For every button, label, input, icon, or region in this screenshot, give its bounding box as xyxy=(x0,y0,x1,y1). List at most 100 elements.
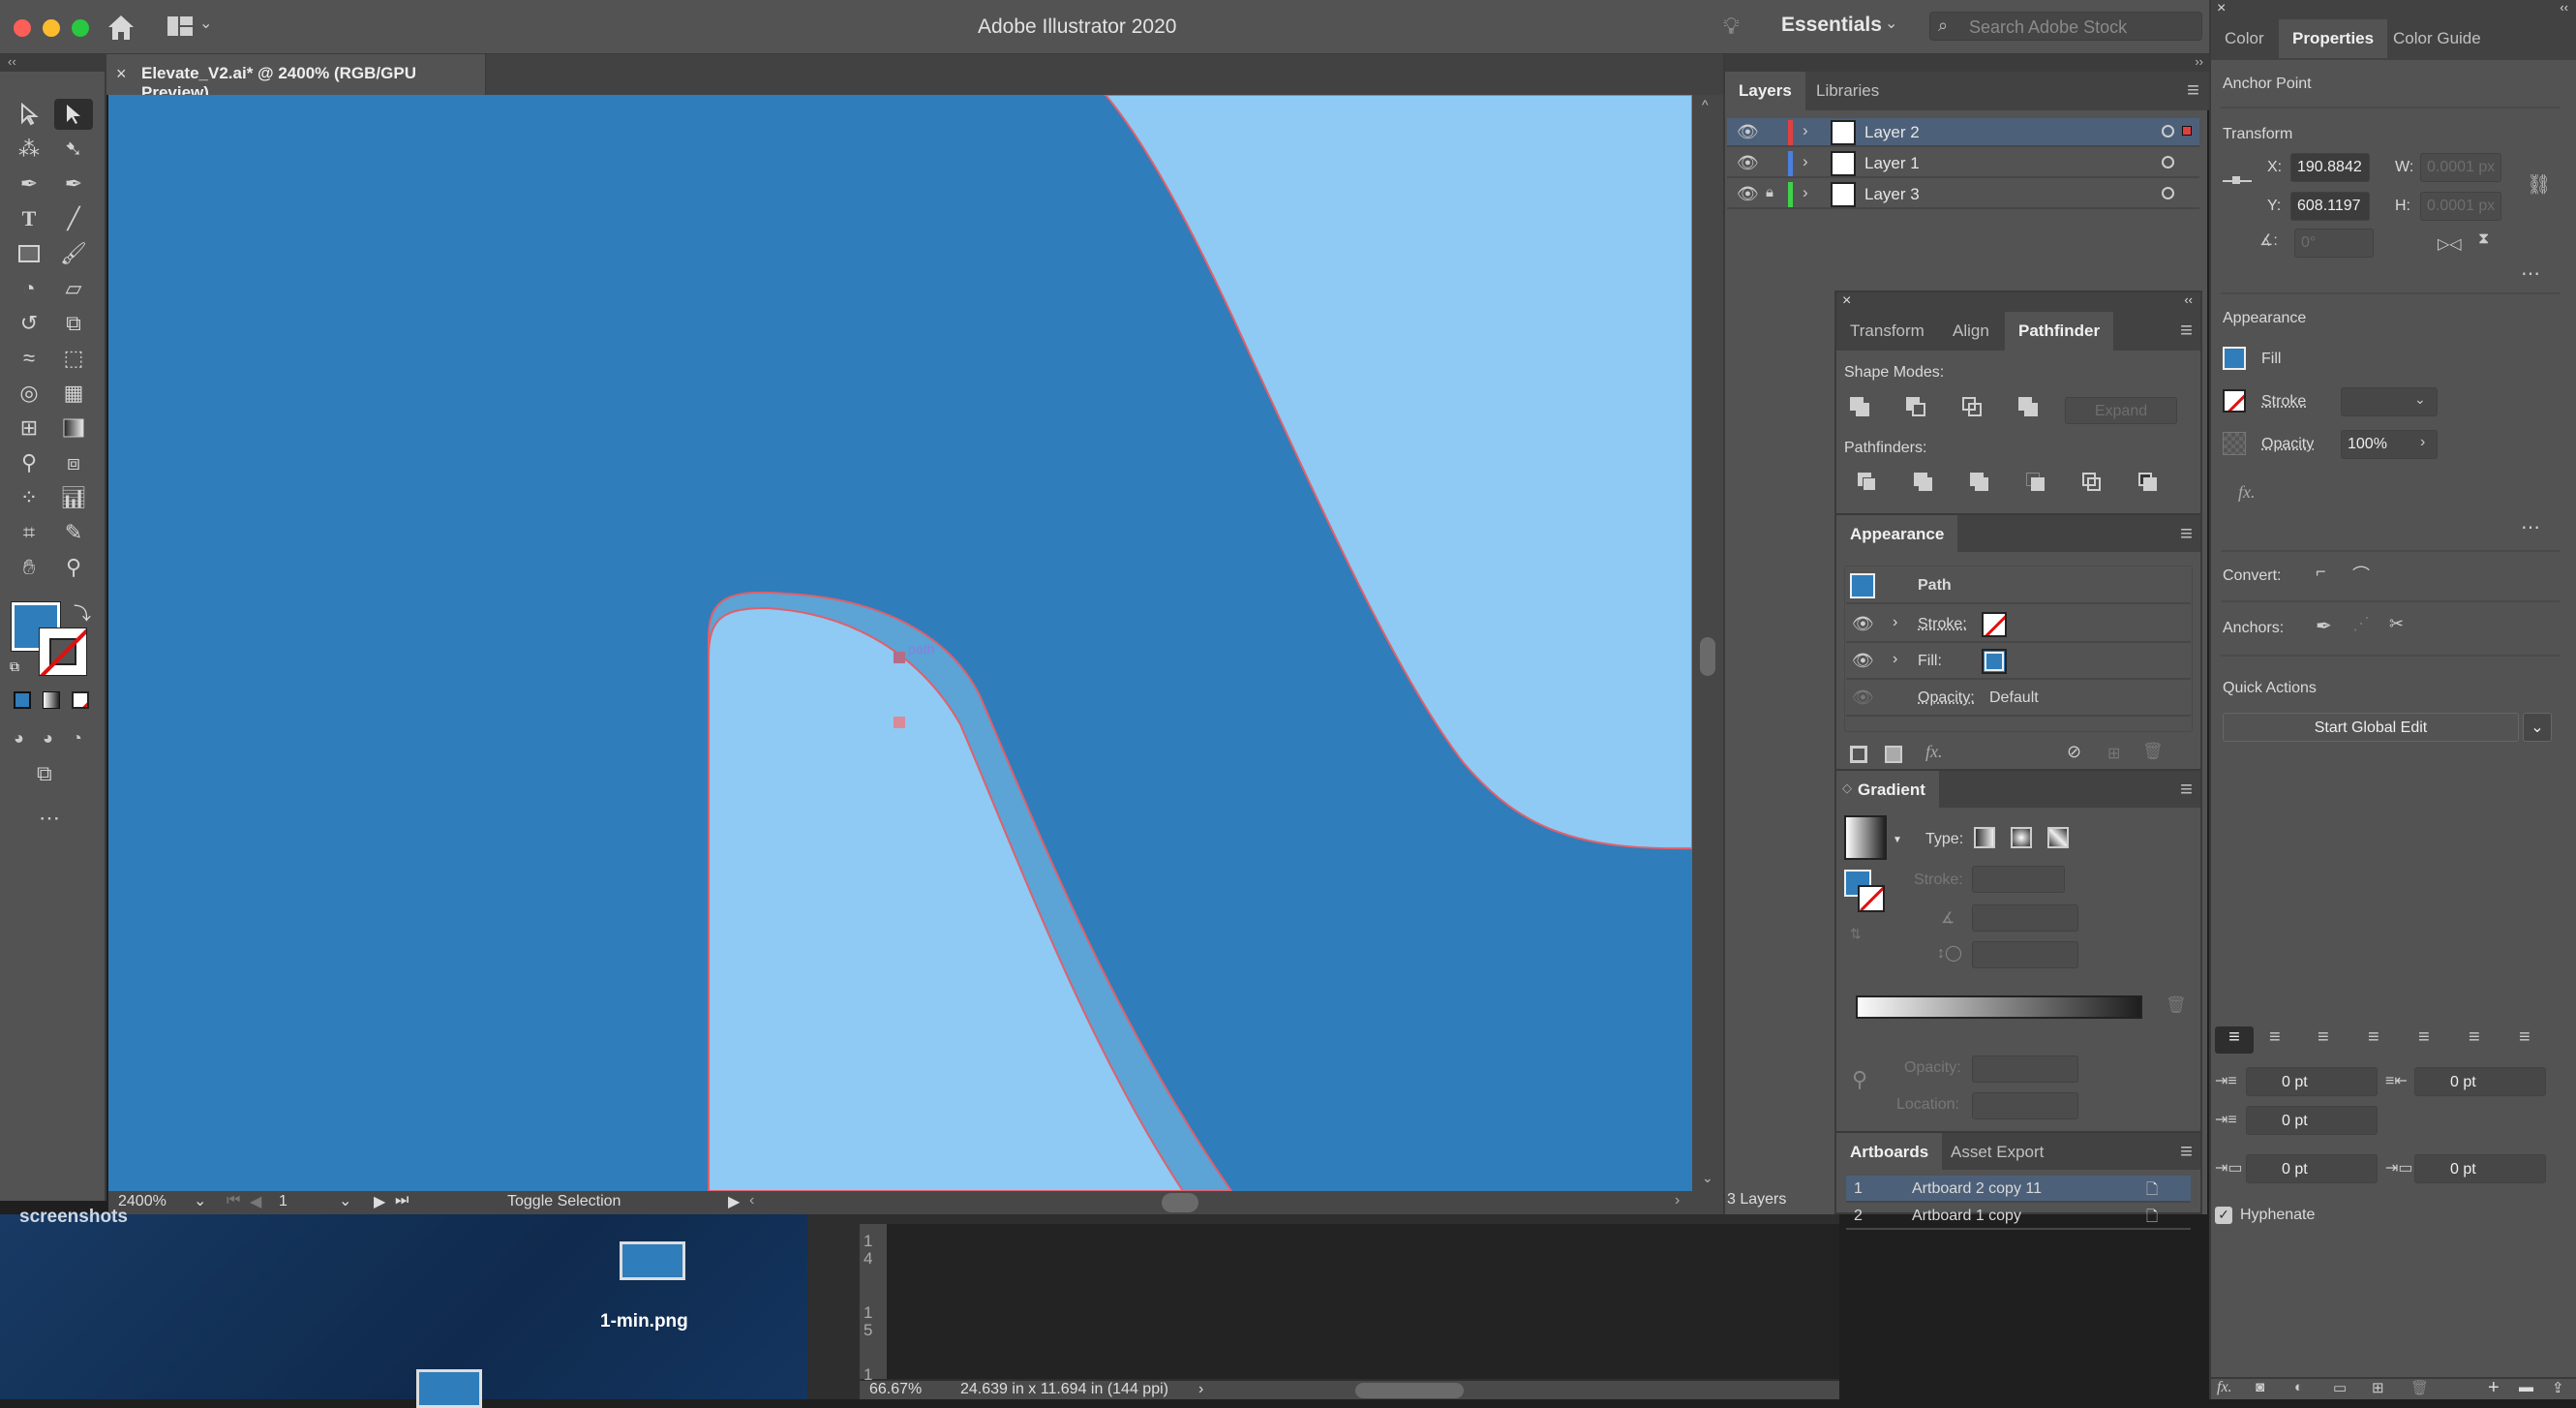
justify-all-icon[interactable]: ≡ xyxy=(2519,1026,2531,1049)
new-item-icon[interactable]: ⊞ xyxy=(2372,1379,2384,1396)
add-fill-icon[interactable] xyxy=(1885,746,1902,763)
layer-row[interactable]: 👁︎ › Layer 2 xyxy=(1727,118,2199,147)
home-icon[interactable] xyxy=(106,14,136,41)
default-colors-icon[interactable]: ⧉ xyxy=(10,658,19,675)
more-options-icon[interactable]: ⋯ xyxy=(2521,515,2540,539)
artboard-name[interactable]: Artboard 1 copy xyxy=(1912,1208,2021,1225)
next-artboard-icon[interactable]: ▶ xyxy=(374,1192,385,1211)
chevron-down-icon[interactable]: ▼ xyxy=(1893,835,1902,845)
trash-icon[interactable]: 🗑︎ xyxy=(2166,995,2187,1015)
panel-menu-icon[interactable]: ≡ xyxy=(2180,1139,2193,1164)
scroll-thumb[interactable] xyxy=(1700,637,1715,676)
color-mode-icon[interactable] xyxy=(14,691,31,709)
trim-icon[interactable] xyxy=(1914,473,1935,494)
shape-builder-tool-icon[interactable]: ◎ xyxy=(10,378,48,409)
symbol-sprayer-tool-icon[interactable]: ⁘ xyxy=(10,482,48,513)
angle-field[interactable] xyxy=(1972,904,2078,932)
merge-icon[interactable] xyxy=(1970,473,1991,494)
stroke-swatch[interactable] xyxy=(2223,389,2246,413)
background-zoom[interactable]: 66.67% xyxy=(869,1381,922,1398)
visibility-eye-icon[interactable]: 👁︎ xyxy=(1852,688,1874,708)
tab-pathfinder[interactable]: Pathfinder xyxy=(2005,312,2114,351)
desktop-file-icon[interactable] xyxy=(416,1369,482,1408)
paintbrush-tool-icon[interactable]: 🖌︎ xyxy=(54,238,93,269)
perspective-grid-tool-icon[interactable]: ▦ xyxy=(54,378,93,409)
close-icon[interactable]: × xyxy=(1842,292,1851,310)
panel-options-toggle-icon[interactable]: ◇ xyxy=(1842,781,1852,796)
screen-mode-icon[interactable]: ⧉ xyxy=(37,761,52,786)
horizontal-scroll-thumb[interactable] xyxy=(1355,1383,1464,1398)
artboard-tool-icon[interactable]: ⌗ xyxy=(10,517,48,548)
space-before-field[interactable]: 0 pt xyxy=(2246,1154,2378,1183)
expand-chevron-icon[interactable]: › xyxy=(1803,183,1808,202)
reverse-gradient-icon[interactable]: ⇅ xyxy=(1850,926,1862,942)
gradient-mode-icon[interactable] xyxy=(43,691,60,709)
zoom-window-button[interactable] xyxy=(72,19,89,37)
fx-icon[interactable]: fx. xyxy=(2238,482,2256,503)
lightbulb-icon[interactable]: 💡︎ xyxy=(1723,14,1740,41)
line-tool-icon[interactable]: ╱ xyxy=(54,203,93,234)
more-tools-icon[interactable]: ⋯ xyxy=(39,806,60,831)
height-field[interactable]: 0.0001 px xyxy=(2420,192,2501,221)
expand-icon[interactable]: ›› xyxy=(2195,54,2203,69)
width-field[interactable]: 0.0001 px xyxy=(2420,153,2501,182)
stroke-label[interactable]: Stroke xyxy=(2261,393,2306,411)
y-field[interactable]: 608.1197 xyxy=(2290,192,2370,221)
scale-tool-icon[interactable]: ⧉ xyxy=(54,308,93,339)
direct-selection-tool-icon[interactable] xyxy=(54,99,93,130)
panel-menu-icon[interactable]: ≡ xyxy=(2180,521,2193,546)
space-after-field[interactable]: 0 pt xyxy=(2414,1154,2546,1183)
radial-gradient-icon[interactable] xyxy=(2011,827,2032,848)
artboard-canvas[interactable]: path xyxy=(108,95,1692,1191)
puppet-warp-tool-icon[interactable]: ≈ xyxy=(10,343,48,374)
visibility-eye-icon[interactable]: 👁︎ xyxy=(1737,184,1759,204)
eyedropper-tool-icon[interactable]: ⚲ xyxy=(10,447,48,478)
close-window-button[interactable] xyxy=(14,19,31,37)
justify-right-icon[interactable]: ≡ xyxy=(2469,1026,2480,1049)
artboard-number-field[interactable]: 1 xyxy=(279,1193,288,1210)
artboard-name[interactable]: Artboard 2 copy 11 xyxy=(1912,1180,2042,1198)
lasso-tool-icon[interactable]: ➷ xyxy=(54,134,93,165)
adjustment-icon[interactable]: ◐ xyxy=(2294,1379,2303,1395)
collapse-icon[interactable]: ‹‹ xyxy=(2184,292,2193,307)
flip-horizontal-icon[interactable]: ▷◁ xyxy=(2438,234,2462,254)
connect-anchor-icon[interactable]: ⋰ xyxy=(2352,614,2370,634)
artboard-options-icon[interactable]: 🗋 xyxy=(2146,1179,2158,1204)
layer-name[interactable]: Layer 3 xyxy=(1864,185,1920,204)
layer-row[interactable]: 👁︎ › Layer 1 xyxy=(1727,149,2199,178)
graph-tool-icon[interactable]: 📊︎ xyxy=(54,482,93,513)
start-global-edit-button[interactable]: Start Global Edit xyxy=(2223,713,2519,742)
stroke-swatch[interactable] xyxy=(39,627,87,676)
chevron-down-icon[interactable]: ⌄ xyxy=(339,1191,351,1210)
curvature-tool-icon[interactable]: ✒ xyxy=(54,168,93,199)
fx-icon[interactable]: fx. xyxy=(1925,742,1943,762)
desktop-folder-label[interactable]: screenshots xyxy=(19,1207,128,1228)
panel-menu-icon[interactable]: ≡ xyxy=(2187,77,2199,103)
mesh-tool-icon[interactable]: ⊞ xyxy=(10,413,48,444)
fill-swatch[interactable] xyxy=(1982,649,2007,674)
flip-vertical-icon[interactable]: ⧗ xyxy=(2478,230,2489,248)
gradient-opacity-field[interactable] xyxy=(1972,1056,2078,1083)
chevron-down-icon[interactable]: ⌄ xyxy=(2414,391,2426,408)
artboard-row[interactable]: 1 Artboard 2 copy 11 🗋 xyxy=(1846,1176,2191,1203)
crop-icon[interactable] xyxy=(2026,473,2047,494)
fill-swatch[interactable] xyxy=(2223,347,2246,370)
appearance-stroke-row[interactable]: 👁︎ › Stroke: xyxy=(1846,606,2191,643)
first-line-indent-field[interactable]: 0 pt xyxy=(2246,1106,2378,1135)
tab-artboards[interactable]: Artboards xyxy=(1836,1133,1943,1172)
expand-chevron-icon[interactable]: › xyxy=(1893,651,1897,668)
tab-libraries[interactable]: Libraries xyxy=(1803,72,1893,110)
folder-icon[interactable]: ▬ xyxy=(2519,1379,2533,1395)
stroke-label[interactable]: Stroke: xyxy=(1918,616,1967,633)
magic-wand-tool-icon[interactable]: ⁂ xyxy=(10,134,48,165)
last-artboard-icon[interactable]: ⏭ xyxy=(395,1192,409,1209)
align-left-icon[interactable]: ≡ xyxy=(2215,1026,2254,1054)
tab-align[interactable]: Align xyxy=(1939,312,2003,351)
vertical-scrollbar[interactable]: ^ ⌄ xyxy=(1692,95,1723,1191)
close-icon[interactable]: × xyxy=(116,64,127,84)
constrain-proportions-icon[interactable]: ⛓︎ xyxy=(2527,172,2551,197)
appearance-object-row[interactable]: Path xyxy=(1846,567,2191,604)
artboard-options-icon[interactable]: 🗋 xyxy=(2146,1207,2158,1231)
folder-icon[interactable]: ▭ xyxy=(2333,1379,2347,1396)
horizontal-scroll-thumb[interactable] xyxy=(1162,1193,1198,1212)
